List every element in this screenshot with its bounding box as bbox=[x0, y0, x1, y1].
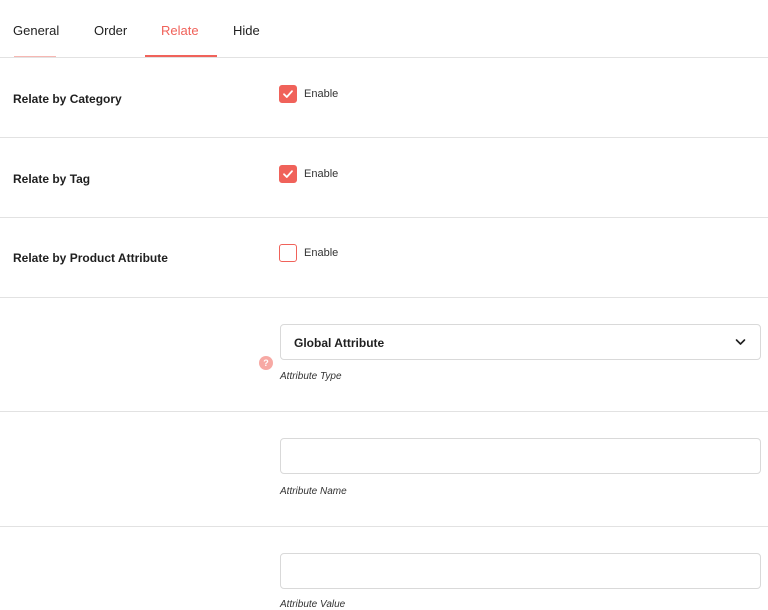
relate-by-product-attribute-checkbox[interactable] bbox=[279, 244, 297, 262]
tab-hide[interactable]: Hide bbox=[233, 23, 260, 38]
tab-order[interactable]: Order bbox=[94, 23, 127, 38]
relate-by-category-label: Relate by Category bbox=[13, 92, 122, 106]
attribute-type-helper-text: Attribute Type bbox=[280, 371, 342, 382]
relate-by-category-enable-label: Enable bbox=[304, 88, 339, 100]
tab-general[interactable]: General bbox=[13, 23, 59, 38]
relate-by-product-attribute-enable-label: Enable bbox=[304, 247, 339, 259]
question-mark-icon[interactable]: ? bbox=[259, 356, 273, 370]
relate-by-tag-checkbox[interactable] bbox=[279, 165, 297, 183]
setting-row-product-attribute: Relate by Product Attribute Enable bbox=[0, 218, 768, 298]
check-icon bbox=[283, 90, 293, 98]
attribute-name-helper-text: Attribute Name bbox=[280, 486, 347, 497]
check-icon bbox=[283, 170, 293, 178]
attribute-type-select[interactable]: Global Attribute bbox=[280, 324, 761, 360]
attribute-value-input[interactable] bbox=[280, 553, 761, 589]
relate-by-tag-enable-label: Enable bbox=[304, 168, 339, 180]
tab-bar: General Order Relate Hide bbox=[0, 0, 768, 58]
relate-by-category-checkbox[interactable] bbox=[279, 85, 297, 103]
tab-hover-indicator bbox=[14, 56, 56, 57]
active-tab-indicator bbox=[145, 55, 217, 57]
attribute-name-input[interactable] bbox=[280, 438, 761, 474]
tab-relate[interactable]: Relate bbox=[161, 23, 199, 38]
attribute-value-helper-text: Attribute Value bbox=[280, 599, 346, 610]
relate-by-product-attribute-label: Relate by Product Attribute bbox=[13, 251, 168, 265]
setting-row-category: Relate by Category Enable bbox=[0, 58, 768, 138]
relate-by-tag-label: Relate by Tag bbox=[13, 172, 91, 186]
attribute-type-selected-value: Global Attribute bbox=[294, 336, 385, 350]
setting-row-tag: Relate by Tag Enable bbox=[0, 138, 768, 218]
chevron-down-icon bbox=[735, 339, 746, 345]
